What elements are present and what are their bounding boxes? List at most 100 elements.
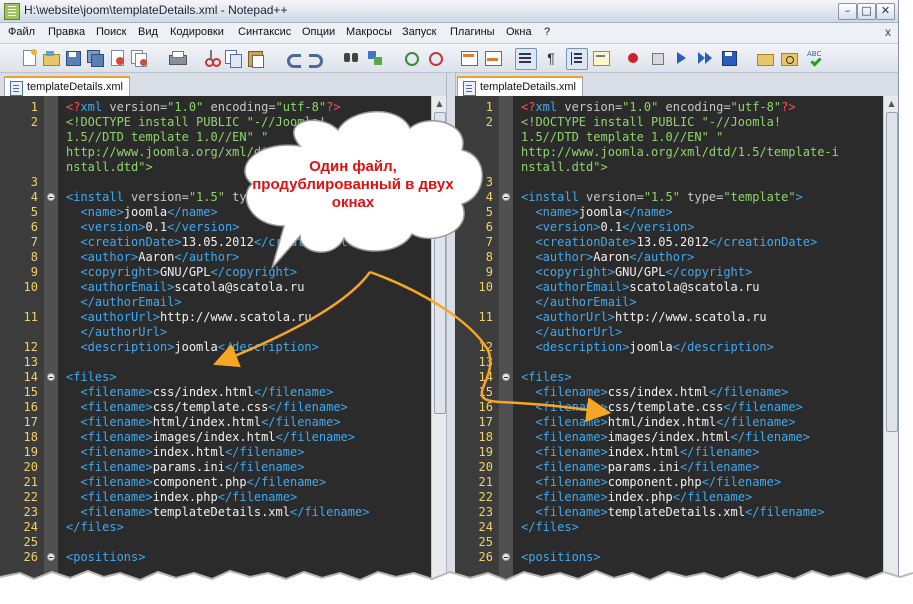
code-line[interactable]: 10 <authorEmail>scatola@scatola.ru bbox=[455, 280, 883, 295]
code-line[interactable]: http://www.joomla.org/xml/dtd/1.5/templa… bbox=[455, 145, 883, 160]
close-button[interactable]: ✕ bbox=[876, 3, 895, 20]
code-line[interactable]: 4 <install version="1.5" type="template"> bbox=[455, 190, 883, 205]
menu-file[interactable]: Файл bbox=[8, 26, 35, 38]
code-line[interactable]: 1.5//DTD template 1.0//EN" " bbox=[455, 130, 883, 145]
fold-toggle-icon[interactable] bbox=[47, 373, 55, 381]
code-line[interactable]: 19 <filename>index.html</filename> bbox=[455, 445, 883, 460]
code-line[interactable]: 5 <name>joomla</name> bbox=[455, 205, 883, 220]
menu-syntax[interactable]: Синтаксис bbox=[238, 26, 291, 38]
fold-toggle-icon[interactable] bbox=[47, 193, 55, 201]
find-icon[interactable] bbox=[342, 49, 360, 67]
code-line[interactable]: 20 <filename>params.ini</filename> bbox=[455, 460, 883, 475]
code-line[interactable]: 10 <authorEmail>scatola@scatola.ru bbox=[0, 280, 431, 295]
code-line[interactable]: 14 <files> bbox=[0, 370, 431, 385]
code-line[interactable]: nstall.dtd"> bbox=[455, 160, 883, 175]
paste-icon[interactable] bbox=[246, 49, 264, 68]
play-macro-icon[interactable] bbox=[672, 49, 690, 67]
code-line[interactable]: 25 bbox=[0, 535, 431, 550]
sync-horizontal-icon[interactable] bbox=[484, 49, 502, 67]
code-line[interactable]: 9 <copyright>GNU/GPL</copyright> bbox=[455, 265, 883, 280]
code-line[interactable]: </authorUrl> bbox=[0, 325, 431, 340]
code-line[interactable]: 25 bbox=[455, 535, 883, 550]
code-line[interactable]: 22 <filename>index.php</filename> bbox=[455, 490, 883, 505]
code-line[interactable]: 15 <filename>css/index.html</filename> bbox=[455, 385, 883, 400]
fold-toggle-icon[interactable] bbox=[502, 373, 510, 381]
menu-options[interactable]: Опции bbox=[302, 26, 335, 38]
maximize-button[interactable]: □ bbox=[857, 3, 876, 20]
fold-toggle-icon[interactable] bbox=[502, 553, 510, 561]
tab-right-template-details[interactable]: templateDetails.xml bbox=[457, 76, 583, 96]
close-all-icon[interactable] bbox=[130, 49, 148, 67]
word-wrap-icon[interactable] bbox=[515, 48, 537, 70]
code-line[interactable]: 15 <filename>css/index.html</filename> bbox=[0, 385, 431, 400]
code-line[interactable]: 6 <version>0.1</version> bbox=[0, 220, 431, 235]
new-file-icon[interactable] bbox=[20, 49, 38, 67]
show-all-chars-icon[interactable]: ¶ bbox=[542, 49, 560, 67]
sync-vertical-icon[interactable] bbox=[460, 49, 478, 67]
scroll-up-icon[interactable]: ▲ bbox=[886, 98, 897, 110]
save-all-icon[interactable] bbox=[86, 49, 104, 67]
menu-windows[interactable]: Окна bbox=[506, 26, 532, 38]
code-line[interactable]: 16 <filename>css/template.css</filename> bbox=[455, 400, 883, 415]
code-line[interactable]: 8 <author>Aaron</author> bbox=[0, 250, 431, 265]
code-line[interactable]: 14 <files> bbox=[455, 370, 883, 385]
close-document-icon[interactable]: x bbox=[885, 25, 891, 39]
code-line[interactable]: 2 <!DOCTYPE install PUBLIC "-//Joomla! bbox=[0, 115, 431, 130]
cut-icon[interactable] bbox=[202, 49, 221, 67]
code-line[interactable]: 12 <description>joomla</description> bbox=[455, 340, 883, 355]
open-folder-icon[interactable] bbox=[756, 49, 774, 67]
menu-plugins[interactable]: Плагины bbox=[450, 26, 495, 38]
record-macro-icon[interactable] bbox=[624, 49, 642, 67]
code-line[interactable]: 23 <filename>templateDetails.xml</filena… bbox=[0, 505, 431, 520]
user-lang-icon[interactable] bbox=[592, 49, 610, 67]
code-line[interactable]: 17 <filename>html/index.html</filename> bbox=[455, 415, 883, 430]
code-line[interactable]: </authorEmail> bbox=[0, 295, 431, 310]
code-line[interactable]: 7 <creationDate>13.05.2012</creationDate… bbox=[455, 235, 883, 250]
undo-icon[interactable] bbox=[284, 49, 302, 68]
code-line[interactable]: 9 <copyright>GNU/GPL</copyright> bbox=[0, 265, 431, 280]
code-line[interactable]: 16 <filename>css/template.css</filename> bbox=[0, 400, 431, 415]
file-browser-icon[interactable] bbox=[780, 49, 798, 67]
code-line[interactable]: 1.5//DTD template 1.0//EN" " bbox=[0, 130, 431, 145]
code-line[interactable]: 17 <filename>html/index.html</filename> bbox=[0, 415, 431, 430]
code-line[interactable]: 1 <?xml version="1.0" encoding="utf-8"?> bbox=[0, 100, 431, 115]
menu-view[interactable]: Вид bbox=[138, 26, 158, 38]
scroll-up-icon[interactable]: ▲ bbox=[434, 98, 445, 110]
right-editor[interactable]: 1 <?xml version="1.0" encoding="utf-8"?> 2… bbox=[455, 96, 883, 586]
code-line[interactable]: 22 <filename>index.php</filename> bbox=[0, 490, 431, 505]
code-line[interactable]: 12 <description>joomla</description> bbox=[0, 340, 431, 355]
run-macro-multiple-icon[interactable] bbox=[696, 49, 714, 67]
fold-toggle-icon[interactable] bbox=[502, 193, 510, 201]
code-line[interactable]: 24 </files> bbox=[455, 520, 883, 535]
redo-icon[interactable] bbox=[306, 49, 324, 68]
open-file-icon[interactable] bbox=[42, 49, 60, 67]
code-line[interactable]: 13 bbox=[0, 355, 431, 370]
stop-macro-icon[interactable] bbox=[648, 49, 666, 67]
code-line[interactable]: 19 <filename>index.html</filename> bbox=[0, 445, 431, 460]
menu-search[interactable]: Поиск bbox=[96, 26, 126, 38]
code-line[interactable]: 11 <authorUrl>http://www.scatola.ru bbox=[455, 310, 883, 325]
code-line[interactable]: 13 bbox=[455, 355, 883, 370]
code-line[interactable]: 7 <creationDate>13.05.2012</creationDate… bbox=[0, 235, 431, 250]
right-vertical-scrollbar[interactable]: ▲ bbox=[883, 96, 898, 586]
save-icon[interactable] bbox=[64, 49, 82, 67]
scrollbar-thumb[interactable] bbox=[886, 112, 898, 432]
code-line[interactable]: 20 <filename>params.ini</filename> bbox=[0, 460, 431, 475]
code-line[interactable]: 8 <author>Aaron</author> bbox=[455, 250, 883, 265]
copy-icon[interactable] bbox=[224, 49, 242, 68]
title-bar[interactable]: H:\website\joom\templateDetails.xml - No… bbox=[0, 0, 898, 23]
menu-macros[interactable]: Макросы bbox=[346, 26, 392, 38]
menu-run[interactable]: Запуск bbox=[402, 26, 436, 38]
code-line[interactable]: 6 <version>0.1</version> bbox=[455, 220, 883, 235]
save-macro-icon[interactable] bbox=[720, 49, 738, 67]
indent-guide-icon[interactable] bbox=[566, 48, 588, 70]
code-line[interactable]: 24 </files> bbox=[0, 520, 431, 535]
code-line[interactable]: </authorEmail> bbox=[455, 295, 883, 310]
replace-icon[interactable] bbox=[366, 49, 384, 67]
minimize-button[interactable]: – bbox=[838, 3, 857, 20]
code-line[interactable]: 21 <filename>component.php</filename> bbox=[0, 475, 431, 490]
code-line[interactable]: 11 <authorUrl>http://www.scatola.ru bbox=[0, 310, 431, 325]
spell-check-icon[interactable]: ABC bbox=[806, 49, 824, 67]
code-line[interactable]: 1 <?xml version="1.0" encoding="utf-8"?> bbox=[455, 100, 883, 115]
fold-toggle-icon[interactable] bbox=[47, 553, 55, 561]
